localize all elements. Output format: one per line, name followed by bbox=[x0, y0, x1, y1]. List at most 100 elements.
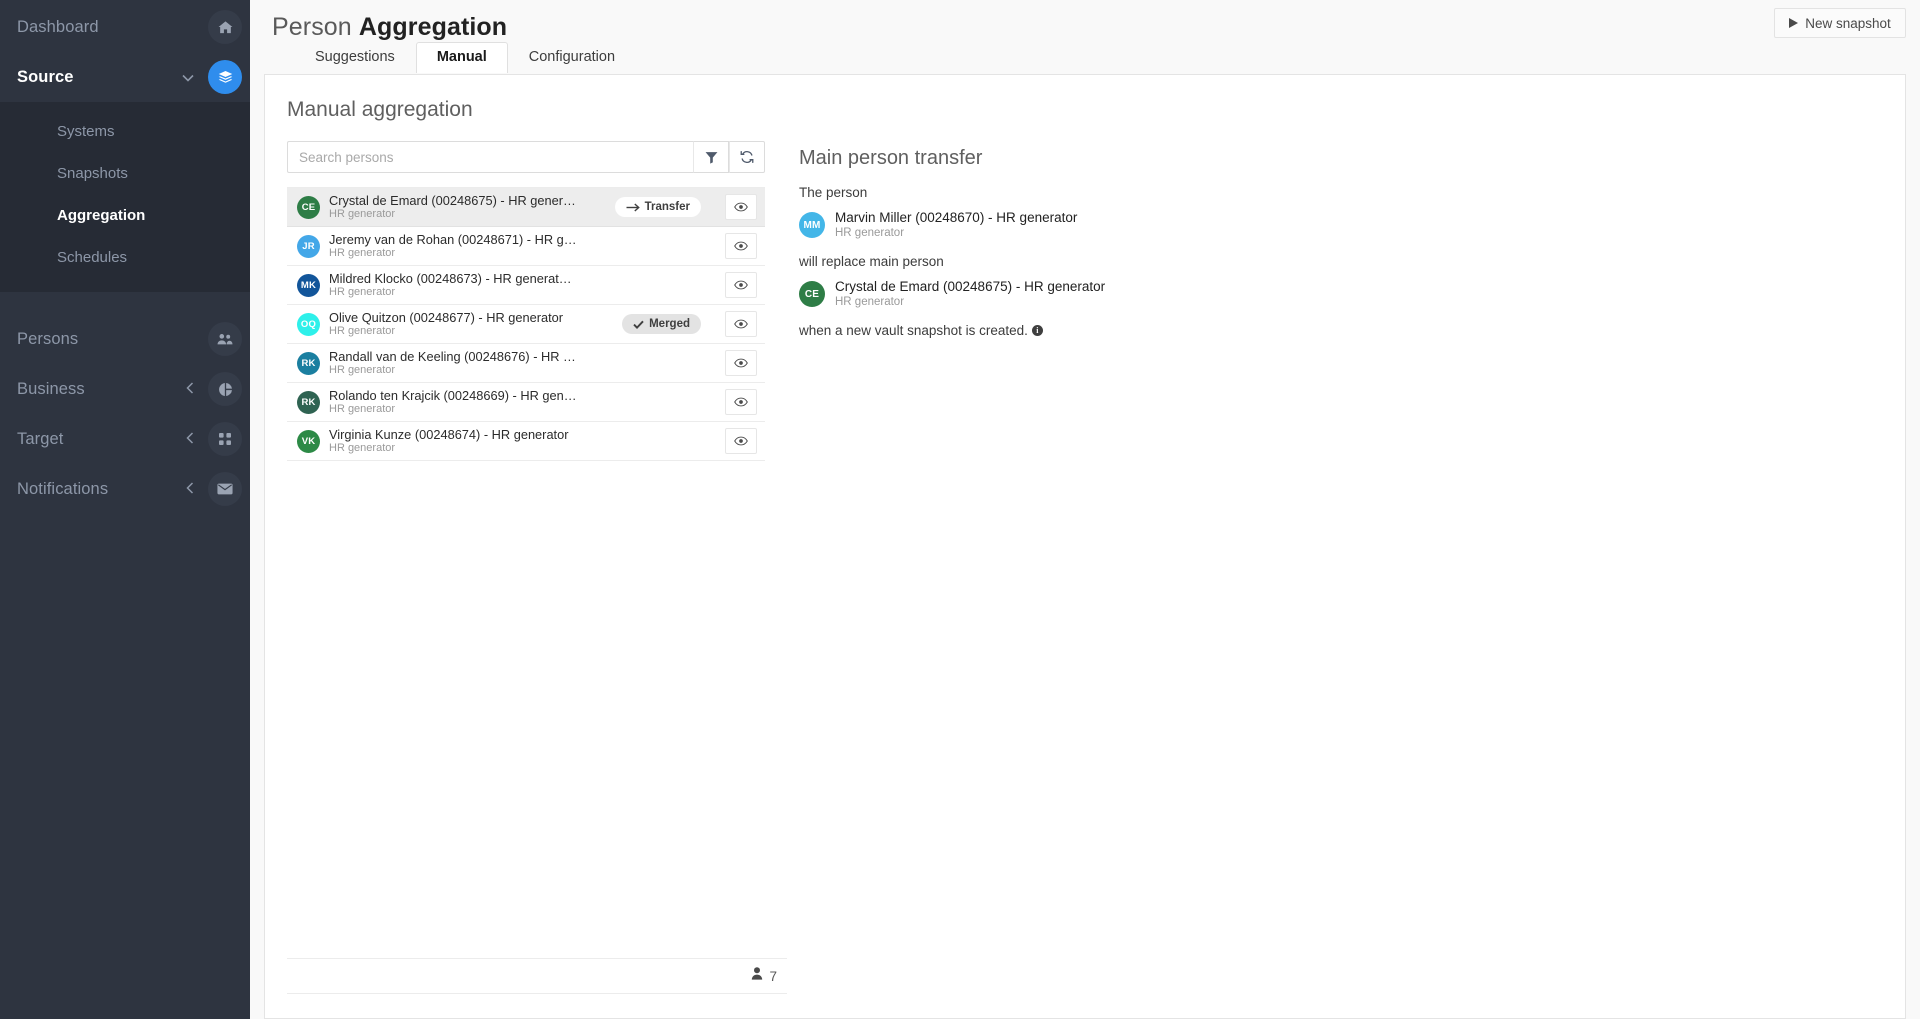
view-person-button[interactable] bbox=[725, 272, 757, 298]
view-person-button[interactable] bbox=[725, 233, 757, 259]
person-name: Rolando ten Krajcik (00248669) - HR gen… bbox=[329, 388, 577, 403]
manual-aggregation-card: Manual aggregation Search persons CE Cry… bbox=[264, 74, 1906, 1019]
pie-icon bbox=[208, 372, 242, 406]
new-snapshot-button[interactable]: New snapshot bbox=[1774, 8, 1906, 38]
envelope-icon bbox=[208, 472, 242, 506]
detail-source-person: MM Marvin Miller (00248670) - HR generat… bbox=[799, 210, 1905, 240]
avatar: RK bbox=[297, 390, 320, 414]
detail-source-name: Marvin Miller (00248670) - HR generator bbox=[835, 210, 1078, 225]
sidebar-item-label: Source bbox=[17, 67, 74, 86]
person-subtitle: HR generator bbox=[329, 286, 396, 298]
person-subtitle: HR generator bbox=[329, 325, 396, 337]
person-count: 7 bbox=[769, 968, 777, 984]
tab-configuration[interactable]: Configuration bbox=[508, 42, 636, 73]
avatar: VK bbox=[297, 429, 320, 453]
person-subtitle: HR generator bbox=[329, 208, 396, 220]
person-row[interactable]: RK Rolando ten Krajcik (00248669) - HR ge… bbox=[287, 383, 765, 422]
info-icon[interactable]: i bbox=[1031, 325, 1043, 336]
sidebar-item-target[interactable]: Target bbox=[0, 414, 250, 464]
detail-target-name: Crystal de Emard (00248675) - HR generat… bbox=[835, 279, 1106, 294]
person-name: Jeremy van de Rohan (00248671) - HR g… bbox=[329, 232, 577, 247]
play-icon bbox=[1789, 18, 1799, 28]
new-snapshot-label: New snapshot bbox=[1805, 15, 1891, 31]
person-texts: Jeremy van de Rohan (00248671) - HR g… HR… bbox=[329, 232, 725, 260]
page-header: Person Aggregation New snapshot Suggesti… bbox=[250, 0, 1920, 74]
people-icon bbox=[208, 322, 242, 356]
eye-icon bbox=[734, 436, 748, 446]
badge-label: Merged bbox=[649, 318, 690, 330]
sidebar-item-persons[interactable]: Persons bbox=[0, 314, 250, 364]
person-texts: Virginia Kunze (00248674) - HR generator… bbox=[329, 427, 725, 455]
page-title-bold: Aggregation bbox=[358, 13, 508, 41]
detail-line-2: will replace main person bbox=[799, 254, 944, 269]
person-texts: Crystal de Emard (00248675) - HR gener… H… bbox=[329, 193, 615, 221]
person-row[interactable]: CE Crystal de Emard (00248675) - HR gener… bbox=[287, 188, 765, 227]
person-name: Randall van de Keeling (00248676) - HR … bbox=[329, 349, 576, 364]
avatar: CE bbox=[799, 281, 825, 307]
sidebar-item-aggregation[interactable]: Aggregation bbox=[0, 194, 250, 236]
search-row bbox=[287, 141, 765, 173]
view-person-button[interactable] bbox=[725, 194, 757, 220]
filter-icon bbox=[705, 151, 718, 164]
person-row[interactable]: JR Jeremy van de Rohan (00248671) - HR g…… bbox=[287, 227, 765, 266]
tab-manual[interactable]: Manual bbox=[415, 42, 508, 73]
sidebar-submenu-source: Systems Snapshots Aggregation Schedules bbox=[0, 102, 250, 292]
view-person-button[interactable] bbox=[725, 428, 757, 454]
sidebar-item-business[interactable]: Business bbox=[0, 364, 250, 414]
refresh-button[interactable] bbox=[729, 141, 765, 173]
tab-suggestions[interactable]: Suggestions bbox=[294, 42, 416, 73]
transfer-badge[interactable]: Transfer bbox=[614, 197, 701, 217]
person-texts: Rolando ten Krajcik (00248669) - HR gen…… bbox=[329, 388, 725, 416]
chevron-left-icon bbox=[186, 482, 194, 496]
person-name: Olive Quitzon (00248677) - HR generator bbox=[329, 310, 564, 325]
person-subtitle: HR generator bbox=[329, 247, 396, 259]
detail-source-sub: HR generator bbox=[835, 227, 905, 239]
search-input[interactable] bbox=[287, 141, 693, 173]
detail-line-3: when a new vault snapshot is created. bbox=[799, 323, 1028, 338]
chevron-left-icon bbox=[186, 432, 194, 446]
view-person-button[interactable] bbox=[725, 389, 757, 415]
sidebar-subitem-label: Snapshots bbox=[57, 164, 128, 182]
person-row[interactable]: MK Mildred Klocko (00248673) - HR generat… bbox=[287, 266, 765, 305]
detail-panel: Main person transfer The person MM Marvi… bbox=[765, 123, 1905, 461]
sidebar-item-label: Business bbox=[17, 379, 85, 398]
sidebar-item-systems[interactable]: Systems bbox=[0, 110, 250, 152]
person-row[interactable]: OQ Olive Quitzon (00248677) - HR generato… bbox=[287, 305, 765, 344]
main-area: Person Aggregation New snapshot Suggesti… bbox=[250, 0, 1920, 1019]
view-person-button[interactable] bbox=[725, 311, 757, 337]
eye-icon bbox=[734, 280, 748, 290]
grid-icon bbox=[208, 422, 242, 456]
content-columns: CE Crystal de Emard (00248675) - HR gener… bbox=[265, 123, 1905, 461]
home-icon bbox=[208, 10, 242, 44]
badge-label: Transfer bbox=[644, 201, 690, 213]
sidebar: Dashboard Source Systems Snapshots Aggre… bbox=[0, 0, 250, 1019]
filter-button[interactable] bbox=[693, 141, 729, 173]
detail-title: Main person transfer bbox=[799, 147, 983, 169]
persons-list: CE Crystal de Emard (00248675) - HR gener… bbox=[287, 187, 765, 461]
avatar: MM bbox=[799, 212, 825, 238]
avatar: OQ bbox=[297, 312, 320, 336]
view-person-button[interactable] bbox=[725, 350, 757, 376]
avatar: MK bbox=[297, 273, 320, 297]
sidebar-subitem-label: Schedules bbox=[57, 248, 128, 266]
eye-icon bbox=[734, 397, 748, 407]
sidebar-item-notifications[interactable]: Notifications bbox=[0, 464, 250, 514]
sidebar-item-label: Notifications bbox=[17, 479, 109, 498]
eye-icon bbox=[734, 241, 748, 251]
avatar: JR bbox=[297, 234, 320, 258]
sidebar-item-source[interactable]: Source bbox=[0, 52, 250, 102]
sidebar-item-snapshots[interactable]: Snapshots bbox=[0, 152, 250, 194]
person-row[interactable]: RK Randall van de Keeling (00248676) - HR… bbox=[287, 344, 765, 383]
avatar: RK bbox=[297, 351, 320, 375]
sidebar-item-dashboard[interactable]: Dashboard bbox=[0, 2, 250, 52]
person-texts: Mildred Klocko (00248673) - HR generat… H… bbox=[329, 271, 725, 299]
app-root: Dashboard Source Systems Snapshots Aggre… bbox=[0, 0, 1920, 1019]
check-icon bbox=[633, 320, 644, 329]
person-icon bbox=[751, 967, 763, 985]
person-row[interactable]: VK Virginia Kunze (00248674) - HR generat… bbox=[287, 422, 765, 461]
sidebar-item-schedules[interactable]: Schedules bbox=[0, 236, 250, 278]
tab-bar: Suggestions Manual Configuration bbox=[272, 42, 1920, 73]
list-footer: 7 bbox=[287, 958, 787, 994]
eye-icon bbox=[734, 358, 748, 368]
person-name: Crystal de Emard (00248675) - HR gener… bbox=[329, 193, 576, 208]
